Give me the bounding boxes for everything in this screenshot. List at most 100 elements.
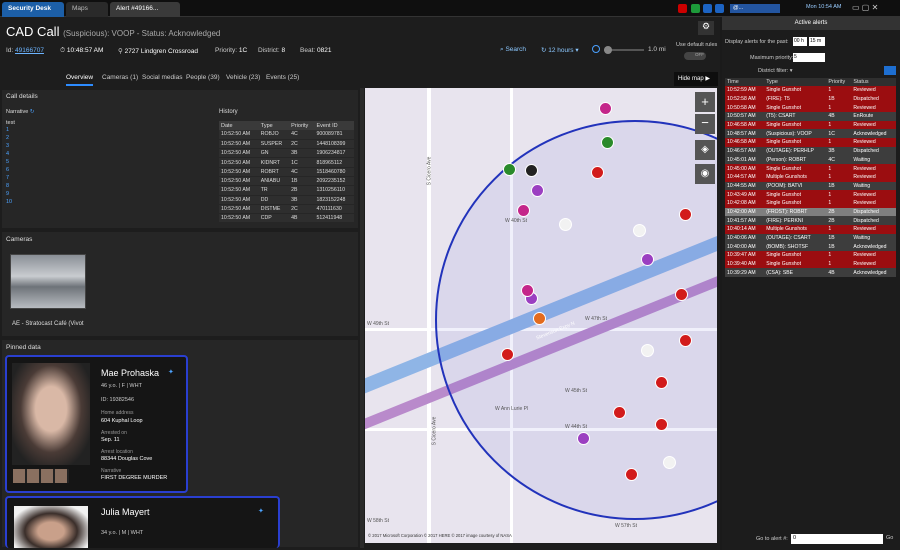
call-id-link[interactable]: 49166707 [15,47,44,54]
alert-row[interactable]: 10:50:57 AM (T5): CSART 4B EnRoute [725,112,896,121]
map-pin[interactable] [531,184,544,197]
time-range-dropdown[interactable]: ↻ 12 hours ▾ [541,46,579,54]
history-col-priority[interactable]: Priority [289,121,315,130]
camera-name[interactable]: AE - Stratocast Café (Vivot [12,321,84,327]
distance-slider[interactable] [604,46,644,54]
window-controls[interactable]: ▭ ▢ ✕ [852,3,878,12]
alert-row[interactable]: 10:42:08 AM Single Gunshot 1 Reviewed [725,198,896,208]
alert-row[interactable]: 10:39:29 AM (CSA): SBE 4B Acknowledged [725,268,896,278]
history-row[interactable]: 10:52:50 AM KIDNRT 1C 818965112 [219,157,354,168]
subtab-vehicle[interactable]: Vehicle (23) [226,74,260,84]
alert-row[interactable]: 10:40:06 AM (OUTAGE): CSART 1B Waiting [725,233,896,243]
past-hours-input[interactable]: 00 h [793,37,807,46]
alert-row[interactable]: 10:46:58 AM Single Gunshot 1 Reviewed [725,138,896,147]
pin-icon[interactable]: ✦ [258,507,264,515]
alerts-col-status[interactable]: Status [851,78,896,86]
subtab-events[interactable]: Events (25) [266,74,299,84]
history-row[interactable]: 10:52:50 AM DISTME 2C 470111630 [219,204,354,215]
alert-row[interactable]: 10:39:47 AM Single Gunshot 1 Reviewed [725,251,896,260]
map-pin[interactable] [625,468,638,481]
subtab-social-medias[interactable]: Social medias [142,74,182,84]
zoom-in-button[interactable]: + [695,92,715,112]
filter-icon[interactable] [884,66,896,75]
monitor-icon[interactable] [703,4,712,13]
alert-row[interactable]: 10:48:57 AM (Suspicious): VOOP 1C Acknowled… [725,129,896,139]
alert-row[interactable]: 10:39:40 AM Single Gunshot 1 Reviewed [725,259,896,269]
map-pin[interactable] [679,334,692,347]
alert-row[interactable]: 10:40:00 AM (BOMB): SHOTSF 1B Acknowledged [725,242,896,252]
alert-row[interactable]: 10:43:49 AM Single Gunshot 1 Reviewed [725,190,896,199]
zoom-out-button[interactable]: − [695,114,715,134]
default-rules-toggle[interactable]: OFF [684,52,706,60]
subtab-cameras[interactable]: Cameras (1) [102,74,138,84]
tab-security-desk[interactable]: Security Desk [2,2,64,17]
alert-row[interactable]: 10:46:58 AM Single Gunshot 1 Reviewed [725,120,896,130]
settings-icon[interactable]: ⚙ [698,21,714,35]
alert-row[interactable]: 10:46:57 AM (OUTAGE): PERHLP 3B Dispatched [725,146,896,156]
map-pin[interactable] [525,164,538,177]
history-row[interactable]: 10:52:50 AM ANIABU 1B 2092235152 [219,176,354,187]
alerts-col-time[interactable]: Time [725,78,765,86]
pin-icon[interactable]: ✦ [168,368,174,376]
subtab-people[interactable]: People (39) [186,74,220,84]
mugshot-thumbnails[interactable] [13,469,69,483]
district-filter-label[interactable]: District filter: ▾ [758,68,793,74]
history-col-event-id[interactable]: Event ID [314,121,354,130]
alerts-col-type[interactable]: Type [764,78,827,86]
history-row[interactable]: 10:52:50 AM ROBRT 4C 1518460780 [219,167,354,178]
alert-row[interactable]: 10:52:58 AM (FIRE): T5 1B Dispatched [725,94,896,104]
map-pin[interactable] [591,166,604,179]
user-badge[interactable]: @... [730,4,780,13]
alert-row[interactable]: 10:52:59 AM Single Gunshot 1 Reviewed [725,86,896,95]
history-row[interactable]: 10:52:50 AM ROBJO 4C 900089781 [219,130,354,140]
history-row[interactable]: 10:52:50 AM GN 3B 1906234817 [219,148,354,159]
goto-input[interactable]: 0 [791,534,883,544]
health-icon[interactable] [691,4,700,13]
map-pin[interactable] [679,208,692,221]
narrative-edit-icon[interactable]: ↻ [30,109,35,115]
splitter-handle[interactable] [360,88,364,548]
map-pin[interactable] [517,204,530,217]
alerts-col-priority[interactable]: Priority [826,78,852,86]
alert-row[interactable]: 10:42:00 AM (FROST): ROBRT 2B Dispatched [725,207,896,217]
map-pin[interactable] [655,418,668,431]
go-button[interactable]: Go [886,535,893,541]
alert-row[interactable]: 10:50:58 AM Single Gunshot 1 Reviewed [725,103,896,113]
history-col-type[interactable]: Type [258,121,290,130]
map-pin[interactable] [521,284,534,297]
map-pin[interactable] [503,163,516,176]
subtab-overview[interactable]: Overview [66,74,94,86]
map-pin[interactable] [501,348,514,361]
locate-icon[interactable]: ◉ [695,164,715,184]
map-pin[interactable] [675,288,688,301]
map-pin[interactable] [577,432,590,445]
search-button[interactable]: ⌕ Search [500,46,526,54]
map-pin[interactable] [663,456,676,469]
map-pin[interactable] [613,406,626,419]
history-row[interactable]: 10:52:50 AM TR 2B 1310256110 [219,185,354,196]
tab-alert[interactable]: Alert #49166... [110,2,180,17]
past-minutes-input[interactable]: 15 m [809,37,825,46]
camera-thumbnail[interactable] [10,254,86,309]
history-row[interactable]: 10:52:50 AM SUSPER 2C 1448108399 [219,139,354,150]
map-view[interactable]: S Cicero Ave S Cicero Ave W 49th St W 44… [365,88,717,543]
history-col-date[interactable]: Date [219,121,259,130]
history-row[interactable]: 10:52:50 AM DD 3B 1823152248 [219,195,354,205]
map-pin[interactable] [533,312,546,325]
alert-row[interactable]: 10:45:01 AM (Person): ROBRT 4C Waiting [725,155,896,165]
camera-icon[interactable] [715,4,724,13]
layers-icon[interactable]: ◈ [695,140,715,160]
alert-row[interactable]: 10:45:00 AM Single Gunshot 1 Reviewed [725,164,896,173]
tab-maps[interactable]: Maps [66,2,108,17]
map-pin[interactable] [641,344,654,357]
map-pin[interactable] [601,136,614,149]
max-priority-stepper[interactable]: 5 [793,53,825,62]
history-row[interactable]: 10:52:50 AM CDP 4B 512411948 [219,213,354,224]
map-pin[interactable] [559,218,572,231]
alert-row[interactable]: 10:40:14 AM Multiple Gunshots 1 Reviewed [725,225,896,234]
alert-row[interactable]: 10:44:55 AM (POOM): BATVI 1B Waiting [725,181,896,191]
map-pin[interactable] [655,376,668,389]
notification-icon[interactable] [678,4,687,13]
alert-row[interactable]: 10:44:57 AM Multiple Gunshots 1 Reviewed [725,172,896,182]
map-pin[interactable] [641,253,654,266]
